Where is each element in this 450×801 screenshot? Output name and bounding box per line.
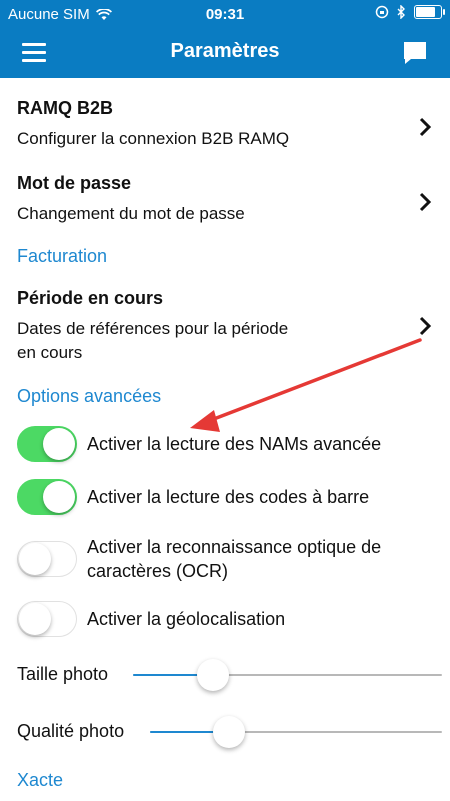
ocr-toggle[interactable] <box>17 541 77 577</box>
chevron-right-icon <box>419 117 432 137</box>
toggle-label: Activer la lecture des codes à barre <box>87 487 370 507</box>
toggle-label-line2: caractères (OCR) <box>87 561 229 581</box>
item-subtitle: Configurer la connexion B2B RAMQ <box>17 129 290 148</box>
category-xacte: Xacte <box>17 770 64 790</box>
item-title: RAMQ B2B <box>17 98 114 118</box>
nav-bar: Paramètres <box>0 30 450 78</box>
toggle-label: Activer la reconnaissance optique de car… <box>87 535 381 583</box>
toggle-label-line1: Activer la reconnaissance optique de <box>87 537 382 557</box>
item-title: Mot de passe <box>17 173 132 193</box>
category-billing: Facturation <box>17 246 108 266</box>
bluetooth-icon <box>397 5 405 19</box>
page-title: Paramètres <box>170 40 280 62</box>
photo-quality-slider-row: Qualité photo <box>17 715 450 751</box>
toggle-row-nam-reading: Activer la lecture des NAMs avancée <box>17 426 450 466</box>
slider-label: Taille photo <box>17 664 109 684</box>
chevron-right-icon <box>419 316 432 336</box>
slider-thumb[interactable] <box>212 716 245 748</box>
toggle-row-ocr: Activer la reconnaissance optique de car… <box>17 537 450 589</box>
item-subtitle: Changement du mot de passe <box>17 204 245 223</box>
battery-fill <box>416 7 435 17</box>
rotation-lock-icon <box>375 5 389 19</box>
photo-size-slider-row: Taille photo <box>17 658 450 694</box>
toggle-label: Activer la lecture des NAMs avancée <box>87 434 382 454</box>
battery-icon <box>414 5 445 19</box>
chat-bubble-icon[interactable] <box>402 40 428 66</box>
slider-label: Qualité photo <box>17 721 125 741</box>
chevron-right-icon <box>419 192 432 212</box>
geolocation-toggle[interactable] <box>17 601 77 637</box>
nam-reading-toggle[interactable] <box>17 426 77 462</box>
photo-size-slider[interactable] <box>133 674 442 676</box>
settings-item-password[interactable]: Mot de passe Changement du mot de passe <box>17 173 450 233</box>
item-title: Période en cours <box>17 288 164 308</box>
toggle-label: Activer la géolocalisation <box>87 609 286 629</box>
toggle-row-barcode-reading: Activer la lecture des codes à barre <box>17 479 450 519</box>
item-subtitle-line2: en cours <box>17 343 83 362</box>
settings-item-current-period[interactable]: Période en cours Dates de références pou… <box>17 288 450 368</box>
status-bar: Aucune SIM 09:31 <box>0 0 450 30</box>
status-right <box>375 5 445 19</box>
photo-quality-slider[interactable] <box>150 731 442 733</box>
category-advanced-options: Options avancées <box>17 386 162 406</box>
barcode-reading-toggle[interactable] <box>17 479 77 515</box>
slider-thumb[interactable] <box>197 659 230 691</box>
toggle-row-geolocation: Activer la géolocalisation <box>17 601 450 641</box>
item-subtitle-line1: Dates de références pour la période <box>17 319 289 338</box>
settings-item-ramq-b2b[interactable]: RAMQ B2B Configurer la connexion B2B RAM… <box>17 98 450 158</box>
